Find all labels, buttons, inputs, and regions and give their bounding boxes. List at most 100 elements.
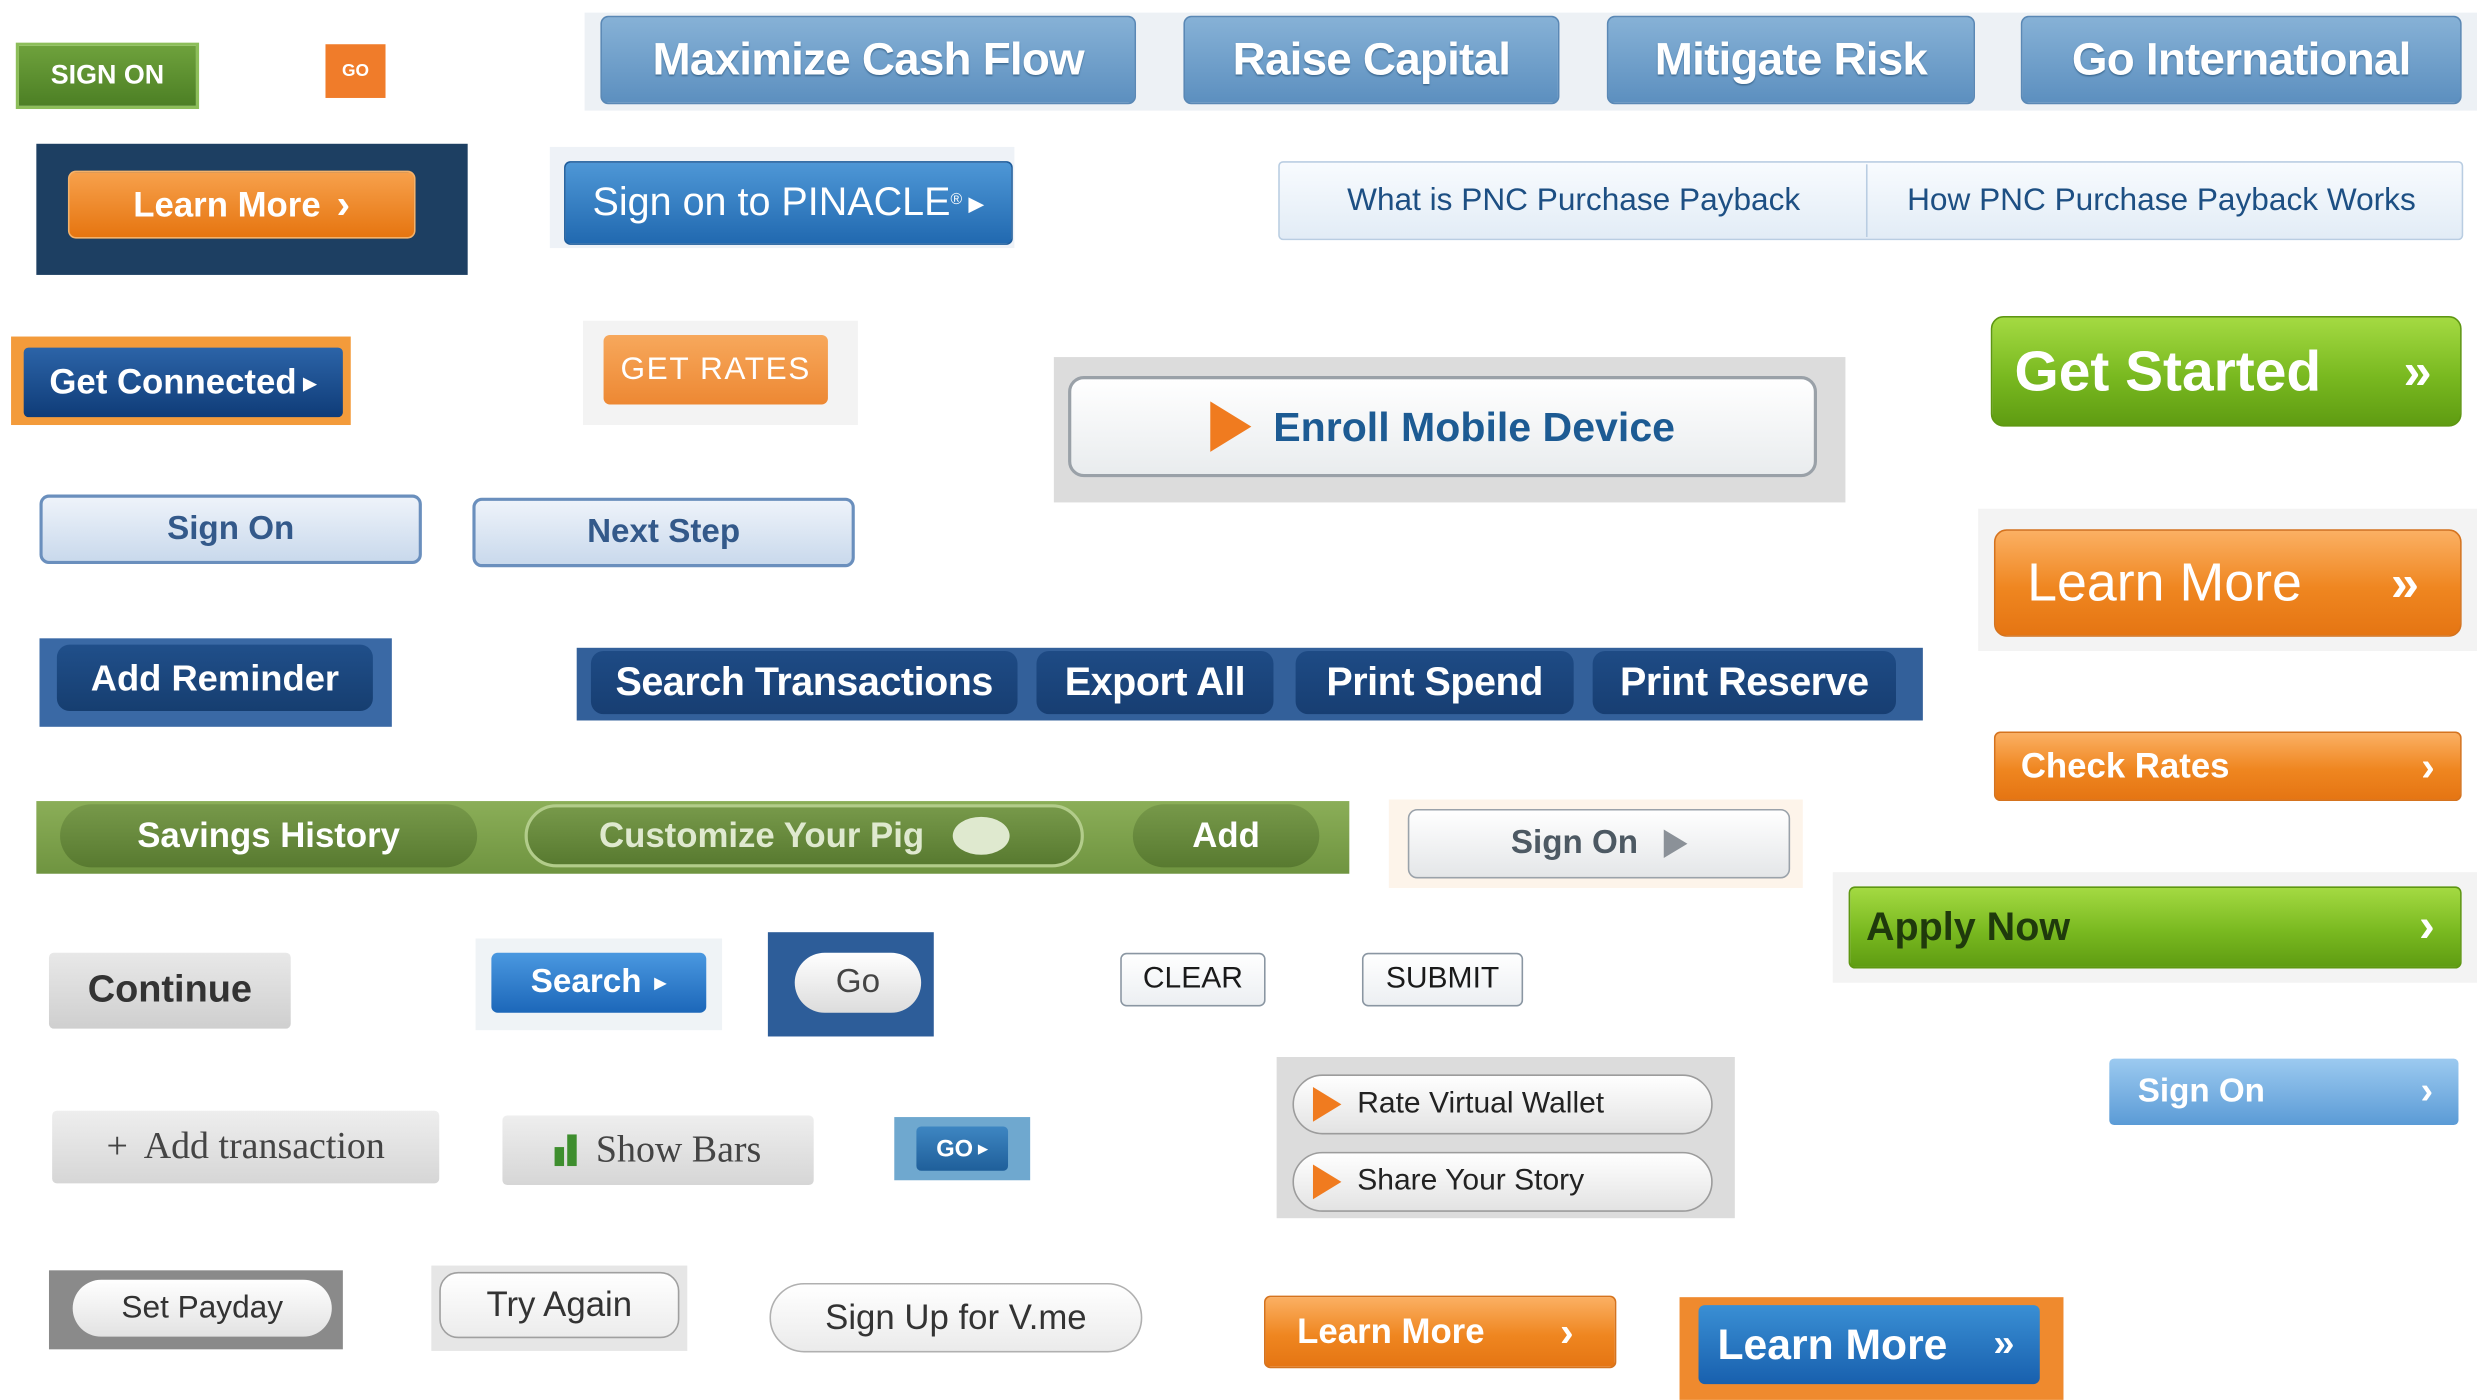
play-triangle-icon xyxy=(1663,829,1688,858)
add-label: Add xyxy=(1192,815,1260,855)
add-reminder-button[interactable]: Add Reminder xyxy=(56,644,373,711)
add-transaction-label: Add transaction xyxy=(143,1125,385,1167)
mitigate-risk-tab[interactable]: Mitigate Risk xyxy=(1606,15,1975,105)
search-button[interactable]: Search ▸ xyxy=(491,952,707,1013)
savings-history-label: Savings History xyxy=(137,815,400,855)
next-step-button[interactable]: Next Step xyxy=(472,497,855,568)
get-rates-label: GET RATES xyxy=(620,351,811,387)
customize-your-pig-button[interactable]: Customize Your Pig xyxy=(524,804,1084,868)
pig-icon xyxy=(952,816,1010,855)
go-international-tab[interactable]: Go International xyxy=(2020,15,2462,105)
go-blue-small-label: GO xyxy=(936,1135,974,1163)
print-spend-label: Print Spend xyxy=(1326,659,1543,704)
print-spend-button[interactable]: Print Spend xyxy=(1295,650,1574,715)
sign-on-light-blue-button[interactable]: Sign On › xyxy=(2109,1058,2459,1125)
sign-on-pinacle-button[interactable]: Sign on to PINACLE ® ▸ xyxy=(564,161,1013,245)
submit-label: SUBMIT xyxy=(1385,962,1500,996)
get-connected-button[interactable]: Get Connected ▸ xyxy=(23,347,343,418)
sign-on-green-button[interactable]: SIGN ON xyxy=(15,42,200,110)
add-button[interactable]: Add xyxy=(1132,804,1320,868)
get-started-label: Get Started xyxy=(2014,338,2322,403)
double-chevron-icon: » xyxy=(2390,553,2419,611)
get-connected-label: Get Connected xyxy=(49,361,297,402)
continue-label: Continue xyxy=(87,968,252,1012)
learn-more-orange-small-label: Learn More xyxy=(1297,1311,1485,1351)
registered-mark: ® xyxy=(950,191,963,209)
sign-on-gray-button[interactable]: Sign On xyxy=(1407,808,1791,879)
maximize-cash-flow-tab[interactable]: Maximize Cash Flow xyxy=(600,15,1137,105)
play-triangle-icon xyxy=(1312,1164,1342,1200)
add-transaction-button[interactable]: + Add transaction xyxy=(52,1110,440,1184)
sign-on-gray-label: Sign On xyxy=(1510,824,1639,862)
triangle-right-icon: ▸ xyxy=(968,186,985,222)
raise-capital-label: Raise Capital xyxy=(1232,33,1511,85)
how-pnc-purchase-payback-works-tab[interactable]: How PNC Purchase Payback Works xyxy=(1869,164,2454,237)
learn-more-blue-label: Learn More xyxy=(1717,1320,1948,1368)
search-transactions-label: Search Transactions xyxy=(615,659,994,704)
play-triangle-icon xyxy=(1210,401,1252,452)
submit-button[interactable]: SUBMIT xyxy=(1361,952,1524,1007)
clear-label: CLEAR xyxy=(1142,962,1243,996)
export-all-button[interactable]: Export All xyxy=(1036,650,1274,715)
learn-more-orange-small-button[interactable]: Learn More › xyxy=(1264,1295,1617,1369)
sign-up-vme-label: Sign Up for V.me xyxy=(825,1297,1087,1337)
check-rates-button[interactable]: Check Rates › xyxy=(1993,731,2462,802)
add-reminder-label: Add Reminder xyxy=(90,656,340,698)
chevron-right-icon: › xyxy=(2418,900,2435,953)
print-reserve-button[interactable]: Print Reserve xyxy=(1592,650,1896,715)
plus-icon: + xyxy=(106,1125,128,1167)
savings-history-button[interactable]: Savings History xyxy=(60,804,478,868)
chevron-right-icon: › xyxy=(1559,1307,1574,1355)
rate-virtual-wallet-label: Rate Virtual Wallet xyxy=(1357,1087,1605,1121)
print-reserve-label: Print Reserve xyxy=(1620,659,1869,704)
export-all-label: Export All xyxy=(1064,659,1246,704)
go-orange-small-label: GO xyxy=(341,61,370,81)
enroll-mobile-device-button[interactable]: Enroll Mobile Device xyxy=(1068,376,1817,478)
sign-on-light-blue-label: Sign On xyxy=(2137,1072,2265,1110)
sign-up-vme-button[interactable]: Sign Up for V.me xyxy=(769,1282,1143,1353)
share-your-story-button[interactable]: Share Your Story xyxy=(1292,1151,1713,1212)
get-started-button[interactable]: Get Started » xyxy=(1990,316,2462,427)
bar-chart-icon xyxy=(554,1134,577,1167)
set-payday-button[interactable]: Set Payday xyxy=(72,1279,332,1337)
sign-on-green-label: SIGN ON xyxy=(50,60,165,91)
apply-now-button[interactable]: Apply Now › xyxy=(1848,886,2462,969)
go-blue-small-button[interactable]: GO ▸ xyxy=(916,1126,1009,1171)
search-label: Search xyxy=(530,963,642,1001)
go-international-label: Go International xyxy=(2071,33,2411,85)
show-bars-button[interactable]: Show Bars xyxy=(502,1115,814,1185)
learn-more-navy-label: Learn More xyxy=(133,184,321,224)
raise-capital-tab[interactable]: Raise Capital xyxy=(1183,15,1560,105)
check-rates-label: Check Rates xyxy=(2020,745,2230,786)
learn-more-navy-button[interactable]: Learn More › xyxy=(67,170,416,239)
continue-button[interactable]: Continue xyxy=(48,952,291,1029)
go-orange-small-button[interactable]: GO xyxy=(325,44,386,98)
sign-on-pinacle-label: Sign on to PINACLE xyxy=(592,180,951,225)
chevron-right-icon: › xyxy=(336,180,351,228)
learn-more-large-button[interactable]: Learn More » xyxy=(1993,529,2462,637)
double-chevron-icon: » xyxy=(1993,1322,2015,1366)
chevron-right-icon: › xyxy=(2421,741,2435,790)
try-again-button[interactable]: Try Again xyxy=(439,1271,680,1339)
sign-on-outline-label: Sign On xyxy=(167,510,295,547)
go-dark-button[interactable]: Go xyxy=(794,952,922,1013)
go-dark-label: Go xyxy=(835,963,881,1001)
play-triangle-icon xyxy=(1312,1087,1342,1122)
get-rates-button[interactable]: GET RATES xyxy=(603,334,828,405)
try-again-label: Try Again xyxy=(486,1284,633,1325)
learn-more-large-label: Learn More xyxy=(2027,552,2302,613)
how-pnc-works-label: How PNC Purchase Payback Works xyxy=(1907,182,2416,218)
maximize-cash-flow-label: Maximize Cash Flow xyxy=(652,33,1085,85)
what-is-pnc-label: What is PNC Purchase Payback xyxy=(1347,182,1801,218)
learn-more-blue-button[interactable]: Learn More » xyxy=(1698,1305,2040,1385)
button-collage: SIGN ON GO Maximize Cash Flow Raise Capi… xyxy=(0,0,2477,1400)
sign-on-outline-button[interactable]: Sign On xyxy=(39,494,422,565)
apply-now-label: Apply Now xyxy=(1865,904,2071,949)
clear-button[interactable]: CLEAR xyxy=(1120,952,1266,1007)
triangle-right-icon: ▸ xyxy=(302,365,318,398)
double-chevron-icon: » xyxy=(2403,342,2432,399)
search-transactions-button[interactable]: Search Transactions xyxy=(590,650,1018,715)
chevron-right-icon: › xyxy=(2420,1069,2434,1113)
rate-virtual-wallet-button[interactable]: Rate Virtual Wallet xyxy=(1292,1074,1713,1135)
what-is-pnc-purchase-payback-tab[interactable]: What is PNC Purchase Payback xyxy=(1281,164,1868,237)
